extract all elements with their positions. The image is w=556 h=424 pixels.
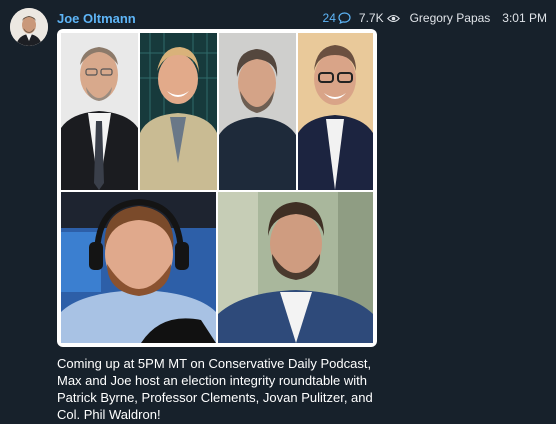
avatar-portrait	[10, 8, 48, 46]
message-header: Joe Oltmann 24 7.7K Gregory Papas 3:01 P…	[57, 9, 551, 27]
sender-name[interactable]: Joe Oltmann	[57, 11, 136, 26]
sender-avatar[interactable]	[10, 8, 48, 46]
photo-collage[interactable]	[57, 29, 377, 347]
views-count: 7.7K	[358, 11, 384, 25]
portrait-image	[219, 33, 296, 190]
photo-tile-2[interactable]	[140, 33, 217, 190]
photo-tile-1[interactable]	[61, 33, 138, 190]
eye-icon	[386, 14, 400, 22]
post-author: Gregory Papas	[409, 11, 491, 25]
photo-tile-6[interactable]	[218, 192, 373, 343]
portrait-image	[61, 33, 138, 190]
views-counter: 7.7K	[359, 11, 400, 25]
message-time: 3:01 PM	[502, 11, 547, 25]
portrait-image	[61, 192, 216, 343]
reply-bubble-icon	[338, 12, 351, 24]
message-text: Coming up at 5PM MT on Conservative Dail…	[57, 356, 373, 422]
portrait-image	[218, 192, 373, 343]
portrait-image	[140, 33, 217, 190]
photo-tile-5[interactable]	[61, 192, 216, 343]
replies-count: 24	[322, 11, 336, 25]
replies-button[interactable]: 24	[323, 11, 351, 25]
photo-tile-3[interactable]	[219, 33, 296, 190]
photo-tile-4[interactable]	[298, 33, 373, 190]
portrait-image	[298, 33, 373, 190]
message-meta: 24 7.7K Gregory Papas 3:01 PM	[323, 11, 551, 25]
